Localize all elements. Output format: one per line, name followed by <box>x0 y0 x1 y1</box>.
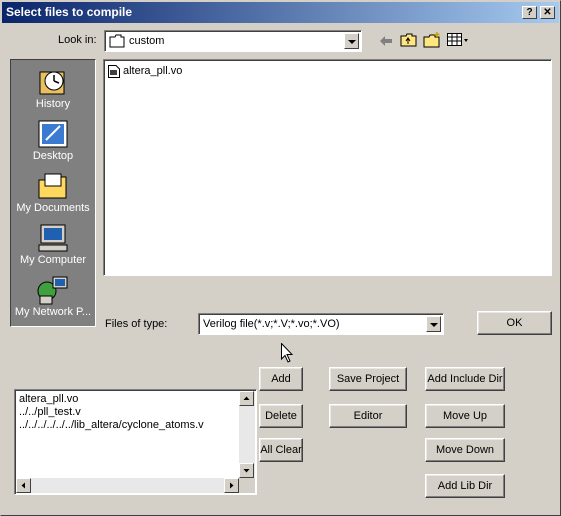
desktop-icon <box>38 120 68 148</box>
move-down-button[interactable]: Move Down <box>425 438 505 462</box>
select-files-dialog: Select files to compile ? ✕ Look in: cus… <box>0 0 561 516</box>
list-item[interactable]: altera_pll.vo <box>19 393 204 406</box>
place-my-network[interactable]: My Network P... <box>11 272 95 324</box>
new-folder-icon[interactable] <box>423 31 442 49</box>
list-item[interactable]: ../../pll_test.v <box>19 406 204 419</box>
filetype-label: Files of type: <box>105 318 168 330</box>
chevron-down-icon[interactable] <box>426 316 441 332</box>
selected-files-items: altera_pll.vo ../../pll_test.v ../../../… <box>19 393 204 432</box>
place-history[interactable]: History <box>11 64 95 116</box>
vertical-scrollbar[interactable] <box>239 391 255 478</box>
places-bar: History Desktop My Documents My Computer… <box>10 59 96 327</box>
file-list-view[interactable]: altera_pll.vo <box>103 59 552 276</box>
selected-files-list[interactable]: altera_pll.vo ../../pll_test.v ../../../… <box>14 389 257 495</box>
horizontal-scrollbar[interactable] <box>16 478 239 493</box>
my-documents-icon <box>38 173 67 199</box>
place-label: My Network P... <box>14 306 92 318</box>
dialog-title: Select files to compile <box>6 5 133 19</box>
title-bar: Select files to compile ? ✕ <box>2 2 559 23</box>
scroll-up-icon[interactable] <box>239 391 254 406</box>
scroll-left-icon[interactable] <box>16 478 31 493</box>
all-clear-button[interactable]: All Clear <box>259 438 303 462</box>
save-project-button[interactable]: Save Project <box>329 367 407 391</box>
view-menu-icon[interactable] <box>447 33 469 47</box>
lookin-label: Look in: <box>58 34 97 46</box>
close-button[interactable]: ✕ <box>540 6 555 19</box>
my-computer-icon <box>38 224 68 252</box>
place-label: My Documents <box>16 202 90 214</box>
editor-button[interactable]: Editor <box>329 404 407 428</box>
history-icon <box>39 71 65 95</box>
add-button[interactable]: Add <box>259 367 303 391</box>
add-include-dir-button[interactable]: Add Include Dir <box>425 367 505 391</box>
ok-button[interactable]: OK <box>477 311 552 335</box>
place-my-computer[interactable]: My Computer <box>11 220 95 272</box>
lookin-combo[interactable]: custom <box>104 30 362 52</box>
filetype-value: Verilog file(*.v;*.V;*.vo;*.VO) <box>203 318 340 330</box>
place-label: Desktop <box>32 150 74 162</box>
add-lib-dir-button[interactable]: Add Lib Dir <box>425 474 505 498</box>
delete-button[interactable]: Delete <box>259 404 303 428</box>
lookin-value: custom <box>129 35 165 47</box>
up-folder-icon[interactable] <box>400 32 418 48</box>
filetype-combo[interactable]: Verilog file(*.v;*.V;*.vo;*.VO) <box>198 313 444 335</box>
back-arrow-icon[interactable] <box>378 33 394 49</box>
scroll-down-icon[interactable] <box>239 463 254 478</box>
place-label: History <box>35 98 71 110</box>
scroll-corner <box>239 478 255 493</box>
scroll-right-icon[interactable] <box>224 478 239 493</box>
move-up-button[interactable]: Move Up <box>425 404 505 428</box>
file-icon <box>108 65 120 78</box>
place-label: My Computer <box>19 254 87 266</box>
place-desktop[interactable]: Desktop <box>11 116 95 168</box>
list-item[interactable]: ../../../../../../lib_altera/cyclone_ato… <box>19 419 204 432</box>
file-name: altera_pll.vo <box>123 65 183 77</box>
place-my-documents[interactable]: My Documents <box>11 168 95 220</box>
my-network-places-icon <box>37 276 68 305</box>
mouse-cursor-icon <box>281 343 294 363</box>
folder-icon <box>109 34 125 48</box>
chevron-down-icon[interactable] <box>344 33 359 49</box>
help-button[interactable]: ? <box>522 6 537 19</box>
